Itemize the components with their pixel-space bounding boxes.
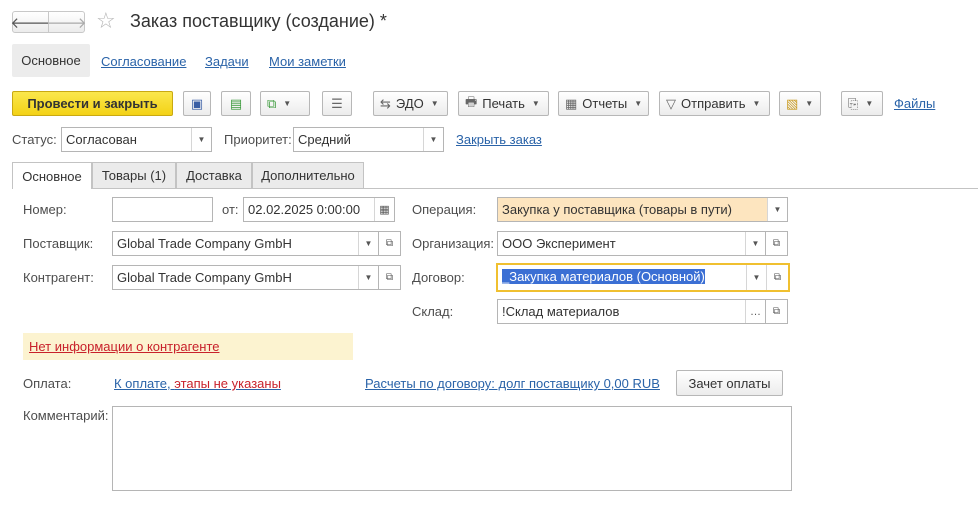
priority-select[interactable]: Средний ▼: [293, 127, 444, 152]
operation-label: Операция:: [412, 202, 477, 217]
calendar-icon[interactable]: ▦: [374, 198, 394, 221]
dropdown-icon: ▼: [865, 99, 874, 108]
post-and-close-button[interactable]: Провести и закрыть: [12, 91, 173, 116]
open-icon: ⧉: [772, 238, 781, 249]
dropdown-icon[interactable]: ▼: [423, 128, 443, 151]
additional-actions-button[interactable]: ▧ ▼: [779, 91, 821, 116]
supplier-select[interactable]: Global Trade Company GmbH ▼: [112, 231, 379, 256]
dropdown-icon: ▼: [805, 99, 814, 108]
reports-icon: ▦: [565, 95, 578, 111]
settlements-link[interactable]: Расчеты по договору: долг поставщику 0,0…: [365, 376, 660, 391]
dropdown-icon: ▼: [531, 99, 540, 108]
warehouse-label: Склад:: [412, 304, 454, 319]
organization-open-button[interactable]: ⧉: [766, 231, 788, 256]
number-input[interactable]: [112, 197, 213, 222]
section-my-notes[interactable]: Мои заметки: [269, 54, 346, 69]
warehouse-select[interactable]: !Склад материалов …: [497, 299, 766, 324]
comment-label: Комментарий:: [23, 408, 109, 423]
attach-icon: ⎘: [848, 95, 859, 111]
dropdown-icon: ▼: [283, 99, 292, 108]
send-icon: ▽: [666, 95, 676, 111]
section-tasks[interactable]: Задачи: [205, 54, 249, 69]
payment-label: Оплата:: [23, 376, 72, 391]
organization-select[interactable]: ООО Эксперимент ▼: [497, 231, 766, 256]
tab-divider: [12, 188, 978, 189]
counterparty-select[interactable]: Global Trade Company GmbH ▼: [112, 265, 379, 290]
tab-goods[interactable]: Товары (1): [92, 162, 176, 188]
reports-button[interactable]: ▦ Отчеты ▼: [558, 91, 649, 116]
open-icon: ⧉: [772, 306, 781, 317]
star-icon[interactable]: ☆: [96, 8, 116, 34]
dropdown-icon[interactable]: ▼: [767, 198, 787, 221]
payment-link[interactable]: К оплате, этапы не указаны: [114, 376, 281, 391]
section-approval[interactable]: Согласование: [101, 54, 186, 69]
forward-button[interactable]: 🡒: [46, 11, 87, 33]
save-button[interactable]: ▣: [183, 91, 211, 116]
warning-link[interactable]: Нет информации о контрагенте: [29, 339, 220, 354]
counterparty-label: Контрагент:: [23, 270, 94, 285]
dropdown-icon[interactable]: ▼: [358, 266, 378, 289]
edo-icon: ⇆: [380, 95, 391, 111]
list-icon: ☰: [331, 95, 343, 111]
structure-button[interactable]: ☰: [322, 91, 352, 116]
forward-arrow-icon: 🡒: [46, 14, 87, 32]
warehouse-open-button[interactable]: ⧉: [766, 299, 788, 324]
status-label: Статус:: [12, 132, 57, 147]
send-button[interactable]: ▽ Отправить ▼: [659, 91, 770, 116]
print-button[interactable]: 🖶 Печать ▼: [458, 91, 549, 116]
open-icon[interactable]: ⧉: [766, 265, 788, 290]
contract-select[interactable]: _Закупка материалов (Основной) ▼ ⧉: [496, 263, 790, 292]
supplier-open-button[interactable]: ⧉: [379, 231, 401, 256]
printer-icon: 🖶: [465, 93, 478, 109]
supplier-label: Поставщик:: [23, 236, 94, 251]
priority-label: Приоритет:: [224, 132, 292, 147]
active-tab-mask: [13, 188, 91, 190]
create-based-on-button[interactable]: ⧉ ▼: [260, 91, 310, 116]
dropdown-icon: ▼: [430, 99, 439, 108]
document-icon: ▧: [786, 95, 799, 111]
counterparty-warning: Нет информации о контрагенте: [23, 333, 353, 360]
contract-label: Договор:: [412, 270, 465, 285]
payment-offset-button[interactable]: Зачет оплаты: [676, 370, 783, 396]
counterparty-open-button[interactable]: ⧉: [379, 265, 401, 290]
edo-button[interactable]: ⇆ ЭДО ▼: [373, 91, 448, 116]
open-icon: ⧉: [385, 272, 394, 283]
save-icon: ▣: [190, 95, 204, 111]
organization-label: Организация:: [412, 236, 495, 251]
back-arrow-icon: 🡐: [10, 14, 51, 32]
dropdown-icon: ▼: [752, 99, 761, 108]
section-main[interactable]: Основное: [12, 44, 90, 77]
tab-additional[interactable]: Дополнительно: [252, 162, 364, 188]
close-order-link[interactable]: Закрыть заказ: [456, 132, 542, 147]
dropdown-icon[interactable]: ▼: [358, 232, 378, 255]
operation-select[interactable]: Закупка у поставщика (товары в пути) ▼: [497, 197, 788, 222]
dropdown-icon[interactable]: ▼: [191, 128, 211, 151]
open-icon: ⧉: [385, 238, 394, 249]
page-title: Заказ поставщику (создание) *: [130, 11, 387, 31]
comment-textarea[interactable]: [112, 406, 792, 491]
tab-main[interactable]: Основное: [12, 162, 92, 189]
dropdown-icon[interactable]: ▼: [745, 232, 765, 255]
more-icon[interactable]: …: [745, 300, 765, 323]
status-select[interactable]: Согласован ▼: [61, 127, 212, 152]
create-based-icon: ⧉: [267, 95, 277, 111]
dropdown-icon: ▼: [634, 99, 643, 108]
files-link[interactable]: Файлы: [894, 96, 935, 111]
date-input[interactable]: 02.02.2025 0:00:00 ▦: [243, 197, 395, 222]
back-button[interactable]: 🡐: [10, 11, 51, 33]
dropdown-icon[interactable]: ▼: [746, 265, 766, 290]
post-icon: ▤: [229, 95, 243, 111]
date-from-label: от:: [222, 202, 239, 217]
post-button[interactable]: ▤: [221, 91, 251, 116]
attach-button[interactable]: ⎘ ▼: [841, 91, 883, 116]
tab-delivery[interactable]: Доставка: [176, 162, 252, 188]
number-label: Номер:: [23, 202, 67, 217]
